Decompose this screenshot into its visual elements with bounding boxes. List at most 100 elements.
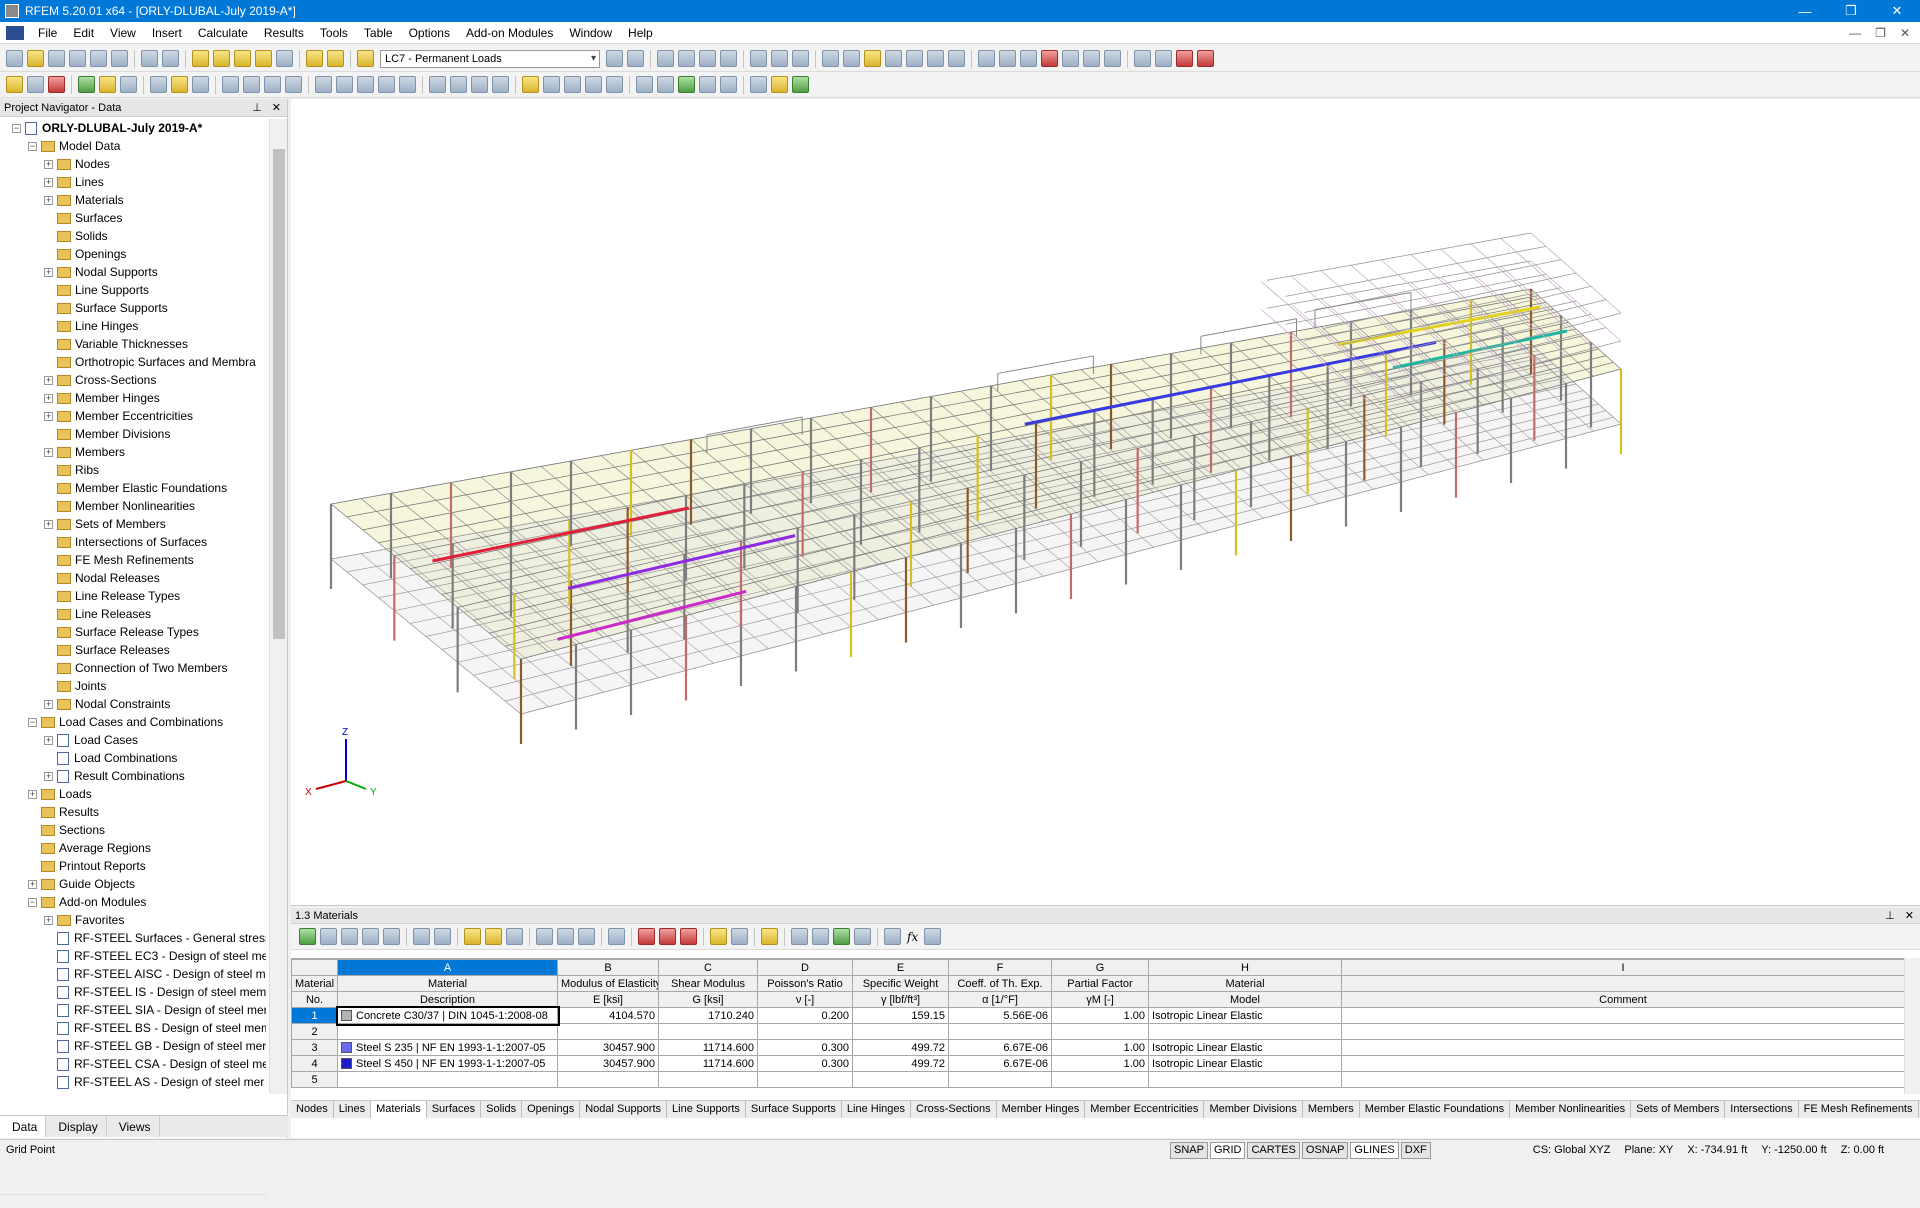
tree-item[interactable]: + Loads bbox=[0, 785, 266, 803]
table-cell-nu[interactable] bbox=[757, 1023, 853, 1040]
collapse-icon[interactable]: − bbox=[12, 123, 21, 133]
new-file-icon[interactable] bbox=[6, 50, 23, 67]
expand-icon[interactable]: + bbox=[28, 789, 37, 799]
mirror-icon[interactable] bbox=[357, 76, 374, 93]
intersect-icon[interactable] bbox=[450, 76, 467, 93]
table-cell-G[interactable] bbox=[658, 1071, 758, 1088]
menu-insert[interactable]: Insert bbox=[144, 22, 190, 44]
tree-item[interactable]: Connection of Two Members bbox=[0, 659, 266, 677]
sheet-tab[interactable]: Members bbox=[1303, 1101, 1360, 1118]
comment-icon[interactable] bbox=[636, 76, 653, 93]
tree-item[interactable]: + Result Combinations bbox=[0, 767, 266, 785]
tree-item[interactable]: Variable Thicknesses bbox=[0, 335, 266, 353]
table-cell-model[interactable] bbox=[1148, 1071, 1342, 1088]
table-cell-E[interactable] bbox=[557, 1071, 659, 1088]
print-preview-icon[interactable] bbox=[111, 50, 128, 67]
tab-data[interactable]: Data bbox=[0, 1116, 47, 1137]
table-cell-E[interactable]: 30457.900 bbox=[557, 1055, 659, 1072]
function-icon[interactable]: fx bbox=[907, 930, 918, 944]
info-icon[interactable] bbox=[1104, 50, 1121, 67]
table-cell-alpha[interactable]: 6.67E-06 bbox=[948, 1055, 1052, 1072]
new-line-icon[interactable] bbox=[27, 76, 44, 93]
tab-views[interactable]: Views bbox=[107, 1116, 160, 1137]
edit-pen-icon[interactable] bbox=[192, 50, 209, 67]
column-letter-header[interactable]: I bbox=[1341, 959, 1904, 976]
guide-lines-icon[interactable] bbox=[585, 76, 602, 93]
material-description-cell[interactable]: Steel S 450 | NF EN 1993-1-1:2007-05 bbox=[337, 1055, 558, 1072]
expand-icon[interactable]: + bbox=[44, 159, 53, 169]
menu-results[interactable]: Results bbox=[256, 22, 312, 44]
expand-icon[interactable]: + bbox=[44, 267, 53, 277]
table-edit-icon[interactable] bbox=[299, 928, 316, 945]
tree-item[interactable]: Solids bbox=[0, 227, 266, 245]
table-cell-gm[interactable]: 1.00 bbox=[1051, 1007, 1149, 1024]
table-cell-comment[interactable] bbox=[1341, 1039, 1904, 1056]
clipping-icon[interactable] bbox=[927, 50, 944, 67]
expand-icon[interactable]: + bbox=[28, 879, 37, 889]
toggle-dxf[interactable]: DXF bbox=[1400, 1141, 1431, 1159]
row-number[interactable]: 3 bbox=[291, 1039, 338, 1056]
table-paste-icon[interactable] bbox=[383, 928, 400, 945]
table-toggle-icon[interactable] bbox=[306, 50, 323, 67]
dimension-icon[interactable] bbox=[606, 76, 623, 93]
table-import-icon[interactable] bbox=[812, 928, 829, 945]
tree-item[interactable]: RF-STEEL CSA - Design of steel me bbox=[0, 1055, 266, 1073]
close-button[interactable]: ✕ bbox=[1874, 3, 1920, 19]
table-row[interactable]: 4 Steel S 450 | NF EN 1993-1-1:2007-05 304… bbox=[291, 1055, 1904, 1072]
sheet-tab[interactable]: Member Divisions bbox=[1204, 1101, 1303, 1118]
tree-item[interactable]: Surface Releases bbox=[0, 641, 266, 659]
tree-item[interactable]: + Sets of Members bbox=[0, 515, 266, 533]
table-info-icon[interactable] bbox=[884, 928, 901, 945]
expand-icon[interactable]: + bbox=[44, 447, 53, 457]
scale-icon[interactable] bbox=[378, 76, 395, 93]
table-cell-model[interactable]: Isotropic Linear Elastic bbox=[1148, 1007, 1342, 1024]
view-front-icon[interactable] bbox=[750, 50, 767, 67]
structural-model-3d[interactable]: Z X Y bbox=[291, 99, 1920, 906]
snap-icon[interactable] bbox=[1062, 50, 1079, 67]
tree-item[interactable]: Intersections of Surfaces bbox=[0, 533, 266, 551]
tree-item[interactable]: + Materials bbox=[0, 191, 266, 209]
expand-icon[interactable]: + bbox=[44, 177, 53, 187]
extend-icon[interactable] bbox=[471, 76, 488, 93]
table-row[interactable]: 3 Steel S 235 | NF EN 1993-1-1:2007-05 304… bbox=[291, 1039, 1904, 1056]
table-cell-gm[interactable]: 1.00 bbox=[1051, 1039, 1149, 1056]
work-plane-icon[interactable] bbox=[564, 76, 581, 93]
sheet-tab[interactable]: Lines bbox=[334, 1101, 372, 1118]
view-xz-icon[interactable] bbox=[720, 50, 737, 67]
sheet-tab[interactable]: Materials bbox=[371, 1101, 427, 1118]
table-cell-gm[interactable] bbox=[1051, 1071, 1149, 1088]
tree-item[interactable]: RF-STEEL EC3 - Design of steel me bbox=[0, 947, 266, 965]
toggle-grid[interactable]: GRID bbox=[1209, 1141, 1246, 1159]
table-cell-G[interactable]: 11714.600 bbox=[658, 1055, 758, 1072]
tree-item[interactable]: Member Elastic Foundations bbox=[0, 479, 266, 497]
table-sort-up-icon[interactable] bbox=[536, 928, 553, 945]
column-letter-header[interactable]: H bbox=[1148, 959, 1342, 976]
result-values-icon[interactable] bbox=[276, 50, 293, 67]
line-grid-icon[interactable] bbox=[750, 76, 767, 93]
tree-item[interactable]: Printout Reports bbox=[0, 857, 266, 875]
new-node-icon[interactable] bbox=[6, 76, 23, 93]
column-letter-header[interactable]: A bbox=[337, 959, 558, 976]
table-view-icon[interactable] bbox=[710, 928, 727, 945]
material-description-cell[interactable] bbox=[337, 1023, 558, 1040]
expand-icon[interactable]: + bbox=[44, 699, 53, 709]
navigator-toggle-icon[interactable] bbox=[327, 50, 344, 67]
menu-calculate[interactable]: Calculate bbox=[190, 22, 256, 44]
menu-help[interactable]: Help bbox=[620, 22, 661, 44]
load-case-select[interactable]: LC7 - Permanent Loads bbox=[380, 49, 600, 68]
table-cell-gm[interactable] bbox=[1051, 1023, 1149, 1040]
tree-item[interactable]: Member Divisions bbox=[0, 425, 266, 443]
move-copy-icon[interactable] bbox=[315, 76, 332, 93]
collapse-icon[interactable]: − bbox=[28, 897, 37, 907]
table-cell-E[interactable]: 30457.900 bbox=[557, 1039, 659, 1056]
expand-icon[interactable]: + bbox=[44, 411, 53, 421]
table-cell-comment[interactable] bbox=[1341, 1007, 1904, 1024]
tree-item[interactable]: Sections bbox=[0, 821, 266, 839]
sheet-tab[interactable]: Nodal Supports bbox=[580, 1101, 668, 1118]
menu-edit[interactable]: Edit bbox=[65, 22, 102, 44]
tree-item[interactable]: RF-STEEL Surfaces - General stress bbox=[0, 929, 266, 947]
tree-item[interactable]: RF-STEEL GB - Design of steel mer bbox=[0, 1037, 266, 1055]
export-icon[interactable] bbox=[1155, 50, 1172, 67]
table-delete-icon[interactable] bbox=[638, 928, 655, 945]
nodal-load-icon[interactable] bbox=[192, 76, 209, 93]
